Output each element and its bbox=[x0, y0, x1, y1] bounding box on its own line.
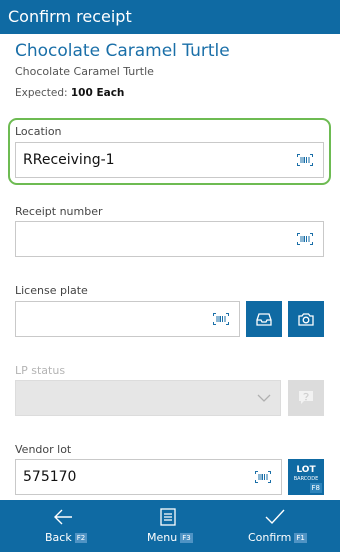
checkmark-icon bbox=[265, 509, 285, 525]
bottom-action-bar: Back F2 Menu F3 Confirm F1 bbox=[0, 500, 340, 552]
expected-quantity: Expected: 100 Each bbox=[15, 87, 124, 99]
vendor-lot-label: Vendor lot bbox=[15, 443, 72, 456]
location-value: RReceiving-1 bbox=[23, 152, 115, 168]
barcode-scan-icon[interactable] bbox=[213, 313, 229, 325]
location-label: Location bbox=[15, 125, 62, 138]
barcode-scan-icon[interactable] bbox=[297, 233, 313, 245]
license-plate-field[interactable] bbox=[15, 301, 240, 337]
shortcut-key-f1: F1 bbox=[294, 533, 307, 543]
product-name: Chocolate Caramel Turtle bbox=[15, 41, 230, 61]
location-field[interactable]: RReceiving-1 bbox=[15, 142, 324, 178]
camera-button[interactable] bbox=[288, 301, 324, 337]
lp-status-label: LP status bbox=[15, 364, 66, 377]
chevron-down-icon bbox=[257, 394, 271, 402]
expected-value: 100 Each bbox=[70, 87, 125, 99]
lp-status-help-button[interactable] bbox=[288, 380, 324, 416]
inbox-button[interactable] bbox=[246, 301, 282, 337]
lp-status-select[interactable] bbox=[15, 380, 281, 416]
vendor-lot-field[interactable]: 575170 bbox=[15, 459, 282, 495]
back-button[interactable]: Back F2 bbox=[8, 500, 118, 552]
vendor-lot-value: 575170 bbox=[23, 469, 77, 485]
camera-icon bbox=[298, 313, 314, 326]
confirm-button[interactable]: Confirm F1 bbox=[220, 500, 330, 552]
question-bubble-icon bbox=[299, 391, 313, 404]
lot-button-line1: LOT bbox=[296, 465, 316, 475]
barcode-scan-icon[interactable] bbox=[297, 154, 313, 166]
back-label: Back bbox=[45, 531, 72, 544]
menu-document-icon bbox=[160, 508, 176, 526]
back-arrow-icon bbox=[54, 509, 72, 525]
receipt-number-field[interactable] bbox=[15, 221, 324, 257]
menu-label: Menu bbox=[147, 531, 178, 544]
barcode-scan-icon[interactable] bbox=[255, 471, 271, 483]
window-title: Confirm receipt bbox=[0, 0, 340, 34]
lot-barcode-button[interactable]: LOT BARCODE F8 bbox=[288, 459, 324, 495]
shortcut-key-f3: F3 bbox=[180, 533, 193, 543]
confirm-label: Confirm bbox=[248, 531, 292, 544]
inbox-icon bbox=[256, 313, 272, 326]
shortcut-key-f8: F8 bbox=[309, 483, 322, 493]
menu-button[interactable]: Menu F3 bbox=[115, 500, 225, 552]
lot-button-line2: BARCODE bbox=[293, 476, 319, 482]
shortcut-key-f2: F2 bbox=[74, 533, 88, 543]
expected-label: Expected: bbox=[15, 87, 68, 99]
receipt-number-label: Receipt number bbox=[15, 205, 103, 218]
license-plate-label: License plate bbox=[15, 284, 88, 297]
product-subtitle: Chocolate Caramel Turtle bbox=[15, 65, 154, 78]
